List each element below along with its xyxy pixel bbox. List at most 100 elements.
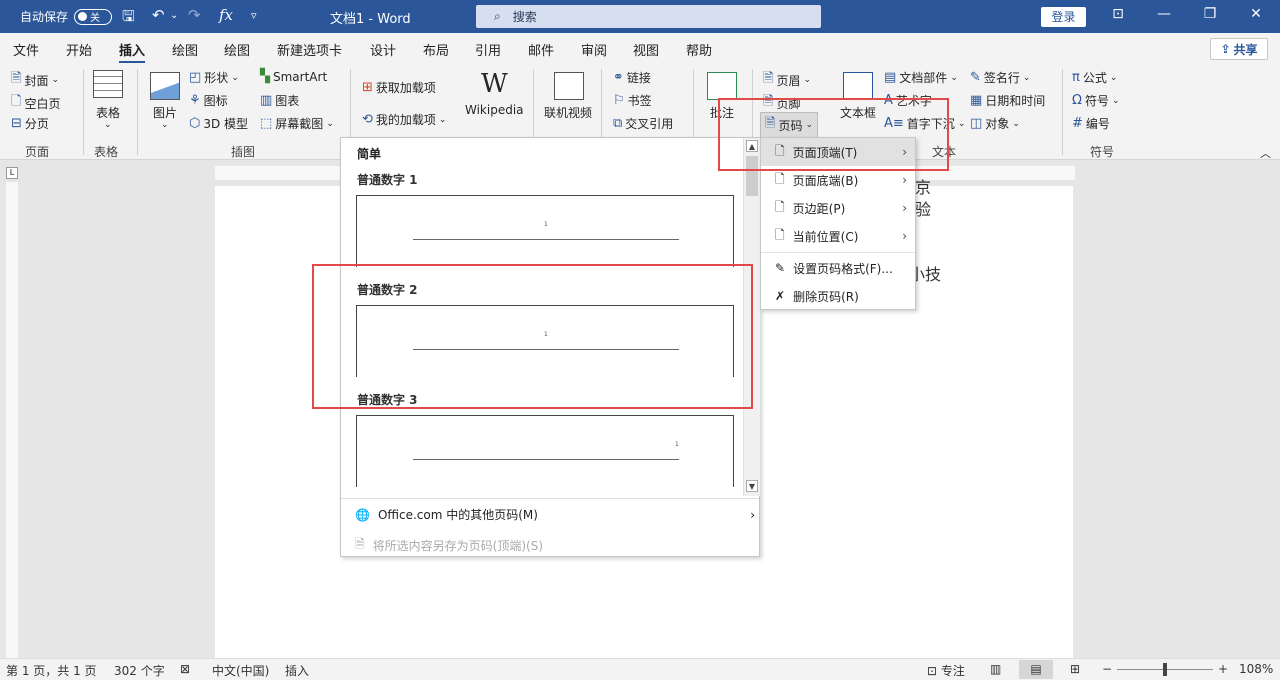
table-button[interactable]: 表格: [96, 104, 120, 121]
tab-home[interactable]: 开始: [66, 40, 92, 59]
quick-parts-button[interactable]: ▤ 文档部件 ⌄: [884, 69, 958, 86]
close-icon[interactable]: ✕: [1246, 6, 1266, 22]
insert-mode[interactable]: 插入: [285, 662, 309, 679]
save-icon[interactable]: 🖫: [122, 6, 135, 31]
format-icon: ✎: [775, 261, 786, 275]
separator: [137, 69, 138, 155]
symbol-button[interactable]: Ω 符号 ⌄: [1072, 92, 1120, 109]
icons-button[interactable]: ⚘ 图标: [189, 92, 228, 109]
gallery-footer: 🌐 Office.com 中的其他页码(M) › 🗎 将所选内容另存为页码(顶端…: [341, 498, 759, 553]
web-layout-icon[interactable]: ⊞: [1070, 662, 1080, 676]
page-count[interactable]: 第 1 页，共 1 页: [6, 662, 97, 679]
zoom-in-icon[interactable]: +: [1218, 662, 1228, 676]
table-dropdown-icon[interactable]: ⌄: [104, 120, 112, 130]
bookmark-button[interactable]: ⚐ 书签: [613, 92, 652, 109]
picture-button[interactable]: 图片: [153, 104, 177, 121]
quick-parts-label: 文档部件: [899, 71, 948, 85]
focus-mode[interactable]: ⊡ 专注: [927, 662, 965, 679]
equation-button[interactable]: π 公式 ⌄: [1072, 69, 1117, 86]
header-button[interactable]: 🗎 页眉 ⌄: [763, 69, 811, 91]
ribbon-display-icon[interactable]: ⊡: [1108, 6, 1128, 22]
login-button[interactable]: 登录: [1041, 7, 1086, 27]
zoom-slider-handle[interactable]: [1163, 663, 1167, 676]
get-addins-button[interactable]: ⊞ 获取加载项: [362, 79, 436, 96]
submenu-label: 删除页码(R): [793, 289, 859, 304]
cross-reference-button[interactable]: ⧉ 交叉引用: [613, 115, 673, 132]
icons-icon: ⚘: [189, 93, 201, 108]
tab-selector[interactable]: L: [6, 167, 18, 179]
my-addins-button[interactable]: ⟲ 我的加载项 ⌄: [362, 111, 446, 128]
minimize-icon[interactable]: —: [1154, 6, 1174, 22]
tab-references[interactable]: 引用: [475, 40, 501, 59]
wikipedia-button[interactable]: Wikipedia: [465, 103, 524, 117]
tab-insert[interactable]: 插入: [119, 40, 146, 64]
save-selection-item: 🗎 将所选内容另存为页码(顶端)(S): [355, 535, 543, 556]
date-time-button[interactable]: ▦ 日期和时间: [970, 92, 1045, 109]
number-button[interactable]: # 编号: [1072, 115, 1110, 132]
page-break-button[interactable]: ⊟ 分页: [11, 115, 49, 132]
tab-design[interactable]: 设计: [370, 40, 396, 59]
shapes-button[interactable]: ◰ 形状 ⌄: [189, 69, 239, 86]
screenshot-button[interactable]: ⬚ 屏幕截图 ⌄: [260, 115, 334, 132]
submenu-separator: [761, 252, 915, 253]
autosave[interactable]: 自动保存 关: [20, 8, 113, 25]
plain-number-3-thumbnail[interactable]: 1: [356, 415, 734, 487]
quick-parts-icon: ▤: [884, 70, 897, 85]
tab-new[interactable]: 新建选项卡: [277, 40, 342, 59]
restore-icon[interactable]: ❐: [1200, 6, 1220, 22]
undo-dropdown-icon[interactable]: ⌄: [170, 10, 178, 21]
scroll-down-icon[interactable]: ▼: [746, 480, 758, 492]
page-margin-icon: 🗋: [775, 199, 785, 214]
tab-file[interactable]: 文件: [13, 40, 39, 59]
3d-model-button[interactable]: ⬡ 3D 模型: [189, 115, 248, 132]
more-page-numbers-item[interactable]: 🌐 Office.com 中的其他页码(M) ›: [355, 506, 755, 523]
undo-icon[interactable]: ↶: [152, 6, 165, 24]
blank-page-button[interactable]: 🗋 空白页: [11, 92, 60, 114]
submenu-remove-page-numbers[interactable]: ✗ 删除页码(R): [761, 282, 915, 310]
share-button[interactable]: ⇪ 共享: [1210, 38, 1268, 60]
online-video-button[interactable]: 联机视频: [544, 104, 592, 121]
tab-mailings[interactable]: 邮件: [528, 40, 554, 59]
link-icon: ⚭: [613, 70, 624, 85]
table-icon[interactable]: [93, 70, 123, 98]
cover-page-button[interactable]: 🗎 封面 ⌄: [11, 69, 59, 91]
tab-view[interactable]: 视图: [633, 40, 659, 59]
plain-number-1-thumbnail[interactable]: 1: [356, 195, 734, 267]
chart-label: 图表: [275, 94, 300, 108]
text-box-icon[interactable]: [843, 72, 873, 100]
signature-line-button[interactable]: ✎ 签名行 ⌄: [970, 69, 1030, 86]
proofing-icon[interactable]: ⊠: [180, 662, 190, 676]
zoom-out-icon[interactable]: −: [1102, 662, 1112, 676]
language[interactable]: 中文(中国): [212, 662, 269, 679]
submenu-format-page-numbers[interactable]: ✎ 设置页码格式(F)...: [761, 254, 915, 282]
customize-toolbar-icon[interactable]: ▿: [251, 9, 257, 22]
search-box[interactable]: ⌕ 搜索: [476, 5, 821, 28]
tab-draw-2[interactable]: 绘图: [224, 40, 250, 59]
picture-icon[interactable]: [150, 72, 180, 100]
submenu-page-margins[interactable]: 🗋 页边距(P) ›: [761, 194, 915, 222]
smartart-button[interactable]: ▚ SmartArt: [260, 69, 327, 84]
object-button[interactable]: ◫ 对象 ⌄: [970, 115, 1020, 132]
link-button[interactable]: ⚭ 链接: [613, 69, 651, 86]
tab-layout[interactable]: 布局: [423, 40, 449, 59]
zoom-level[interactable]: 108%: [1239, 662, 1273, 676]
thumb-line: [413, 239, 679, 240]
comment-icon[interactable]: [707, 72, 737, 100]
picture-dropdown-icon[interactable]: ⌄: [161, 120, 169, 130]
submenu-current-position[interactable]: 🗋 当前位置(C) ›: [761, 222, 915, 250]
autosave-toggle[interactable]: 关: [74, 8, 113, 25]
formula-icon[interactable]: fx: [219, 6, 233, 24]
print-layout-icon[interactable]: ▤: [1019, 660, 1053, 679]
vertical-ruler[interactable]: [6, 182, 18, 658]
chart-button[interactable]: ▥ 图表: [260, 92, 299, 109]
wikipedia-icon[interactable]: W: [481, 69, 508, 99]
screenshot-icon: ⬚: [260, 116, 273, 131]
online-video-icon[interactable]: [554, 72, 584, 100]
tab-draw[interactable]: 绘图: [172, 40, 198, 59]
tab-help[interactable]: 帮助: [686, 40, 712, 59]
collapse-ribbon-icon[interactable]: ︿: [1260, 145, 1271, 161]
equation-label: 公式: [1082, 71, 1107, 85]
read-mode-icon[interactable]: ▥: [990, 662, 1001, 676]
word-count[interactable]: 302 个字: [114, 662, 165, 679]
tab-review[interactable]: 审阅: [581, 40, 607, 59]
